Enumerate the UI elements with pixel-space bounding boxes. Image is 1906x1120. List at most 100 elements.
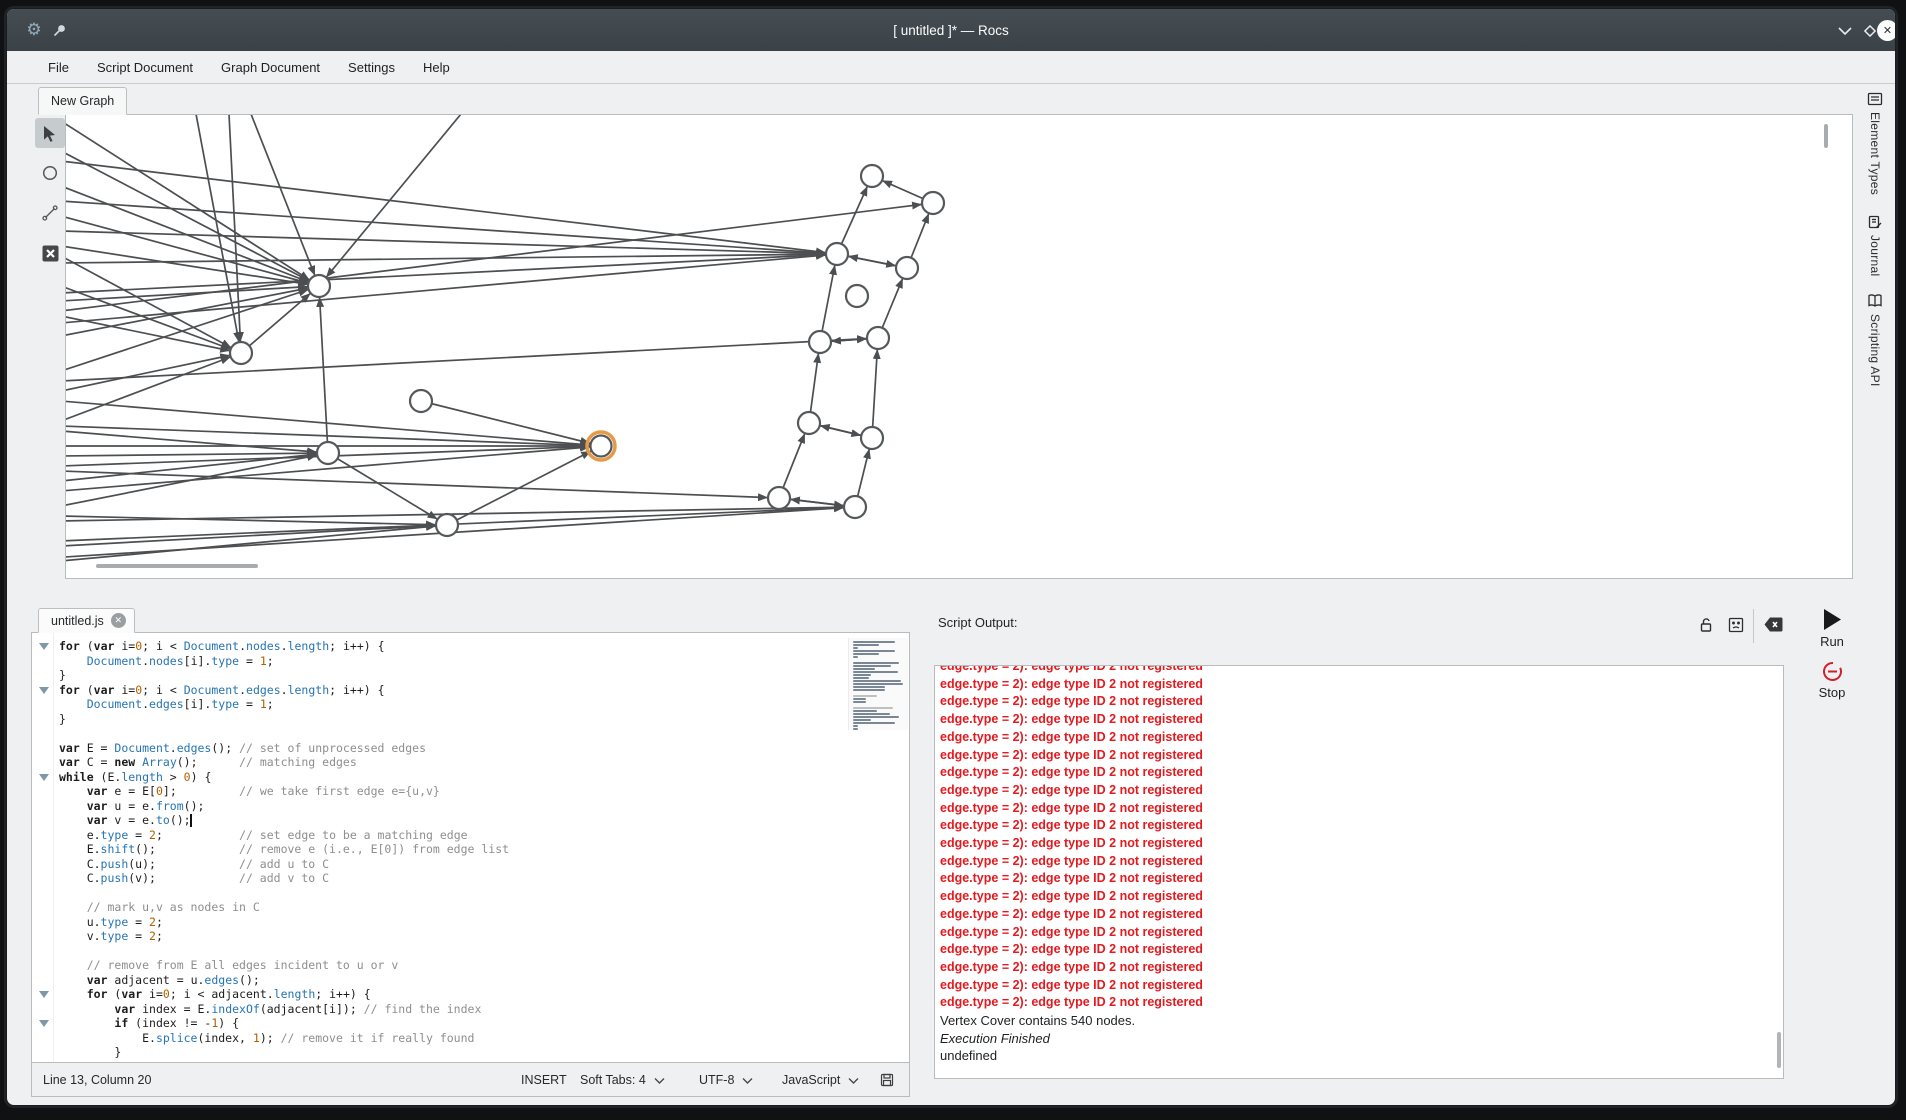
graph-node[interactable]	[844, 496, 866, 518]
graph-node[interactable]	[317, 442, 339, 464]
code-fold-arrow-icon[interactable]	[39, 774, 49, 781]
output-error-line: edge.type = 2): edge type ID 2 not regis…	[940, 747, 1773, 765]
graph-edge	[66, 216, 319, 286]
tab-new-graph[interactable]: New Graph	[38, 87, 127, 115]
output-scrollbar[interactable]	[1777, 1032, 1781, 1068]
menu-settings[interactable]: Settings	[334, 54, 409, 81]
add-edge-tool-button[interactable]	[35, 198, 65, 228]
graph-node[interactable]	[846, 285, 868, 307]
code-fold-arrow-icon[interactable]	[39, 991, 49, 998]
graph-node[interactable]	[809, 331, 831, 353]
editor-minimap-scrollbar[interactable]	[848, 638, 908, 730]
graph-edge	[66, 453, 328, 456]
script-output-panel[interactable]: edge.type = 2): edge type ID 2 not regis…	[934, 665, 1784, 1079]
minimap-line	[853, 671, 898, 673]
code-text[interactable]: for (var i=0; i < Document.nodes.length;…	[59, 639, 843, 1062]
code-editor[interactable]: for (var i=0; i < Document.nodes.length;…	[31, 632, 910, 1063]
graph-node[interactable]	[308, 275, 330, 297]
stop-icon	[1822, 661, 1843, 682]
screenshot-frame-icon[interactable]	[1728, 617, 1744, 633]
tab-element-types[interactable]: Element Types	[1859, 91, 1891, 195]
canvas-hscrollbar[interactable]	[96, 564, 258, 568]
minimap-line	[853, 689, 885, 691]
stop-button[interactable]: Stop	[1807, 661, 1857, 700]
canvas-vscrollbar[interactable]	[1824, 124, 1828, 148]
minimap-line	[853, 665, 891, 667]
minimap-line	[853, 695, 877, 697]
minimap-line	[853, 677, 869, 679]
graph-node[interactable]	[591, 436, 612, 457]
minimap-line	[853, 656, 858, 658]
text-caret	[190, 814, 192, 827]
minimap-line	[853, 674, 871, 676]
graph-edge	[779, 423, 809, 498]
output-error-line: edge.type = 2): edge type ID 2 not regis…	[940, 941, 1773, 959]
menu-file[interactable]: File	[34, 54, 83, 81]
minimap-line	[853, 680, 901, 682]
menu-graph-document[interactable]: Graph Document	[207, 54, 334, 81]
output-error-line: edge.type = 2): edge type ID 2 not regis…	[940, 853, 1773, 871]
run-label: Run	[1820, 634, 1844, 649]
graph-edge	[66, 254, 837, 263]
output-error-line: edge.type = 2): edge type ID 2 not regis…	[940, 959, 1773, 977]
tab-width-select[interactable]: Soft Tabs: 4	[580, 1073, 665, 1087]
run-play-icon	[1822, 608, 1842, 631]
menubar: FileScript DocumentGraph DocumentSetting…	[7, 51, 1895, 84]
unlock-icon[interactable]	[1699, 617, 1714, 633]
graph-node[interactable]	[410, 390, 432, 412]
clear-output-backspace-icon[interactable]	[1764, 617, 1783, 632]
minimap-line	[853, 707, 893, 709]
menu-help[interactable]: Help	[409, 54, 464, 81]
save-floppy-icon[interactable]	[880, 1073, 894, 1087]
graph-node[interactable]	[436, 514, 458, 536]
graph-edge	[241, 286, 319, 353]
graph-node[interactable]	[867, 327, 889, 349]
tab-close-icon[interactable]: ✕	[111, 613, 126, 628]
output-result-line: Vertex Cover contains 540 nodes.	[940, 1012, 1773, 1030]
tab-untitled-js[interactable]: untitled.js ✕	[38, 608, 135, 633]
side-tab-label: Scripting API	[1868, 314, 1882, 387]
output-error-line: edge.type = 2): edge type ID 2 not regis…	[940, 977, 1773, 995]
graph-node[interactable]	[861, 165, 883, 187]
output-error-line: edge.type = 2): edge type ID 2 not regis…	[940, 888, 1773, 906]
output-error-line: edge.type = 2): edge type ID 2 not regis…	[940, 924, 1773, 942]
encoding-select[interactable]: UTF-8	[699, 1073, 753, 1087]
graph-node[interactable]	[230, 342, 252, 364]
select-tool-button[interactable]	[35, 118, 65, 148]
output-error-line: edge.type = 2): edge type ID 2 not regis…	[940, 800, 1773, 818]
graph-edge	[66, 231, 837, 254]
graph-node[interactable]	[826, 243, 848, 265]
graph-edge	[66, 401, 601, 446]
run-button[interactable]: Run	[1807, 608, 1857, 649]
add-node-tool-button[interactable]	[35, 158, 65, 188]
code-fold-arrow-icon[interactable]	[39, 687, 49, 694]
language-select[interactable]: JavaScript	[782, 1073, 859, 1087]
code-fold-arrow-icon[interactable]	[39, 1020, 49, 1027]
tab-scripting-api[interactable]: Scripting API	[1859, 293, 1891, 387]
output-error-line: edge.type = 2): edge type ID 2 not regis…	[940, 817, 1773, 835]
graph-node[interactable]	[922, 192, 944, 214]
side-tab-label: Element Types	[1868, 112, 1882, 195]
minimap-line	[853, 728, 858, 730]
graph-node[interactable]	[768, 487, 790, 509]
minimap-line	[853, 662, 899, 664]
editor-tab-label: untitled.js	[51, 614, 104, 628]
rocs-window: ⚙ [ untitled ]* — Rocs ✕ FileScript Docu…	[6, 8, 1896, 1106]
graph-node[interactable]	[861, 427, 883, 449]
close-button[interactable]: ✕	[1877, 20, 1896, 41]
insert-mode[interactable]: INSERT	[521, 1073, 567, 1087]
graph-edge	[66, 316, 241, 353]
tab-journal[interactable]: Journal	[1859, 214, 1891, 276]
minimize-button[interactable]	[1834, 20, 1855, 41]
output-error-line: edge.type = 2): edge type ID 2 not regis…	[940, 906, 1773, 924]
code-fold-arrow-icon[interactable]	[39, 643, 49, 650]
minimap-line	[853, 668, 875, 670]
menu-script-document[interactable]: Script Document	[83, 54, 207, 81]
graph-canvas[interactable]	[65, 114, 1853, 579]
output-result-line: Execution Finished	[940, 1030, 1773, 1048]
delete-tool-button[interactable]	[35, 238, 65, 268]
graph-node[interactable]	[798, 412, 820, 434]
cursor-position: Line 13, Column 20	[43, 1073, 151, 1087]
scripting-api-icon	[1867, 293, 1883, 309]
graph-node[interactable]	[896, 257, 918, 279]
